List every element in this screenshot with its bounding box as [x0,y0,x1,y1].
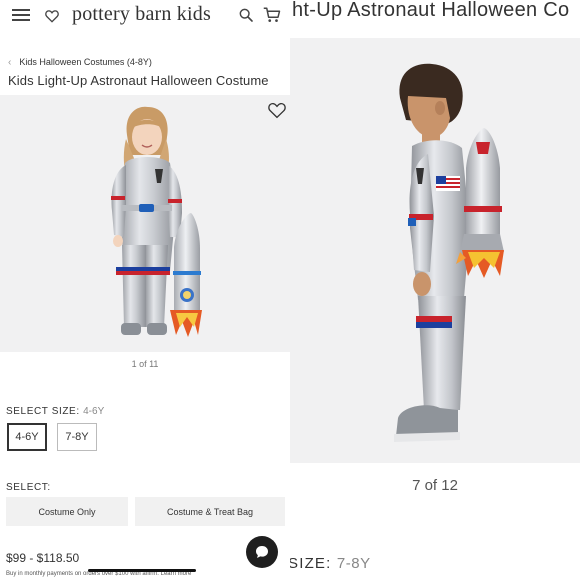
size-label-zoomed: SIZE: 7-8Y [290,555,371,572]
select-size-heading: SELECT SIZE: [6,406,80,417]
select-option-label: SELECT: [6,482,51,493]
heart-icon[interactable] [267,101,287,119]
product-title: Kids Light-Up Astronaut Halloween Costum… [8,73,269,88]
costume-only-button[interactable]: Costume Only [6,497,128,526]
cart-icon[interactable] [262,6,282,24]
chevron-left-icon: ‹ [8,56,12,68]
size-option-4-6y[interactable]: 4-6Y [6,422,48,452]
price-range: $99 - $118.50 [6,551,80,565]
right-screen: ht-Up Astronaut Halloween Co 7 of 12 SIZ… [290,0,580,580]
product-title-zoomed: ht-Up Astronaut Halloween Co [292,0,570,21]
chat-button[interactable] [246,536,278,568]
image-counter-zoomed: 7 of 12 [412,477,458,494]
selected-size-value: 4-6Y [83,406,105,417]
select-size-label: SELECT SIZE: 4-6Y [6,406,104,417]
brand-logo[interactable]: pottery barn kids [72,3,211,26]
top-navigation-bar: pottery barn kids [0,0,290,32]
astronaut-girl-illustration [111,106,202,337]
breadcrumb-link[interactable]: Kids Halloween Costumes (4-8Y) [19,57,152,67]
home-indicator [88,569,196,572]
hamburger-icon[interactable] [12,9,30,22]
heart-icon[interactable] [44,8,60,24]
size-option-7-8y[interactable]: 7-8Y [57,423,97,451]
chat-icon [256,546,268,558]
selected-size-zoomed: 7-8Y [336,555,371,572]
product-image[interactable] [0,95,290,352]
breadcrumb[interactable]: ‹ Kids Halloween Costumes (4-8Y) [8,55,152,69]
astronaut-boy-illustration [394,63,504,442]
costume-treat-bag-button[interactable]: Costume & Treat Bag [135,497,285,526]
product-image-zoomed[interactable] [290,38,580,463]
search-icon[interactable] [238,7,254,23]
size-heading-zoomed: SIZE: [290,555,332,572]
left-screen: pottery barn kids ‹ Kids Halloween Costu… [0,0,290,580]
image-counter: 1 of 11 [131,359,159,369]
